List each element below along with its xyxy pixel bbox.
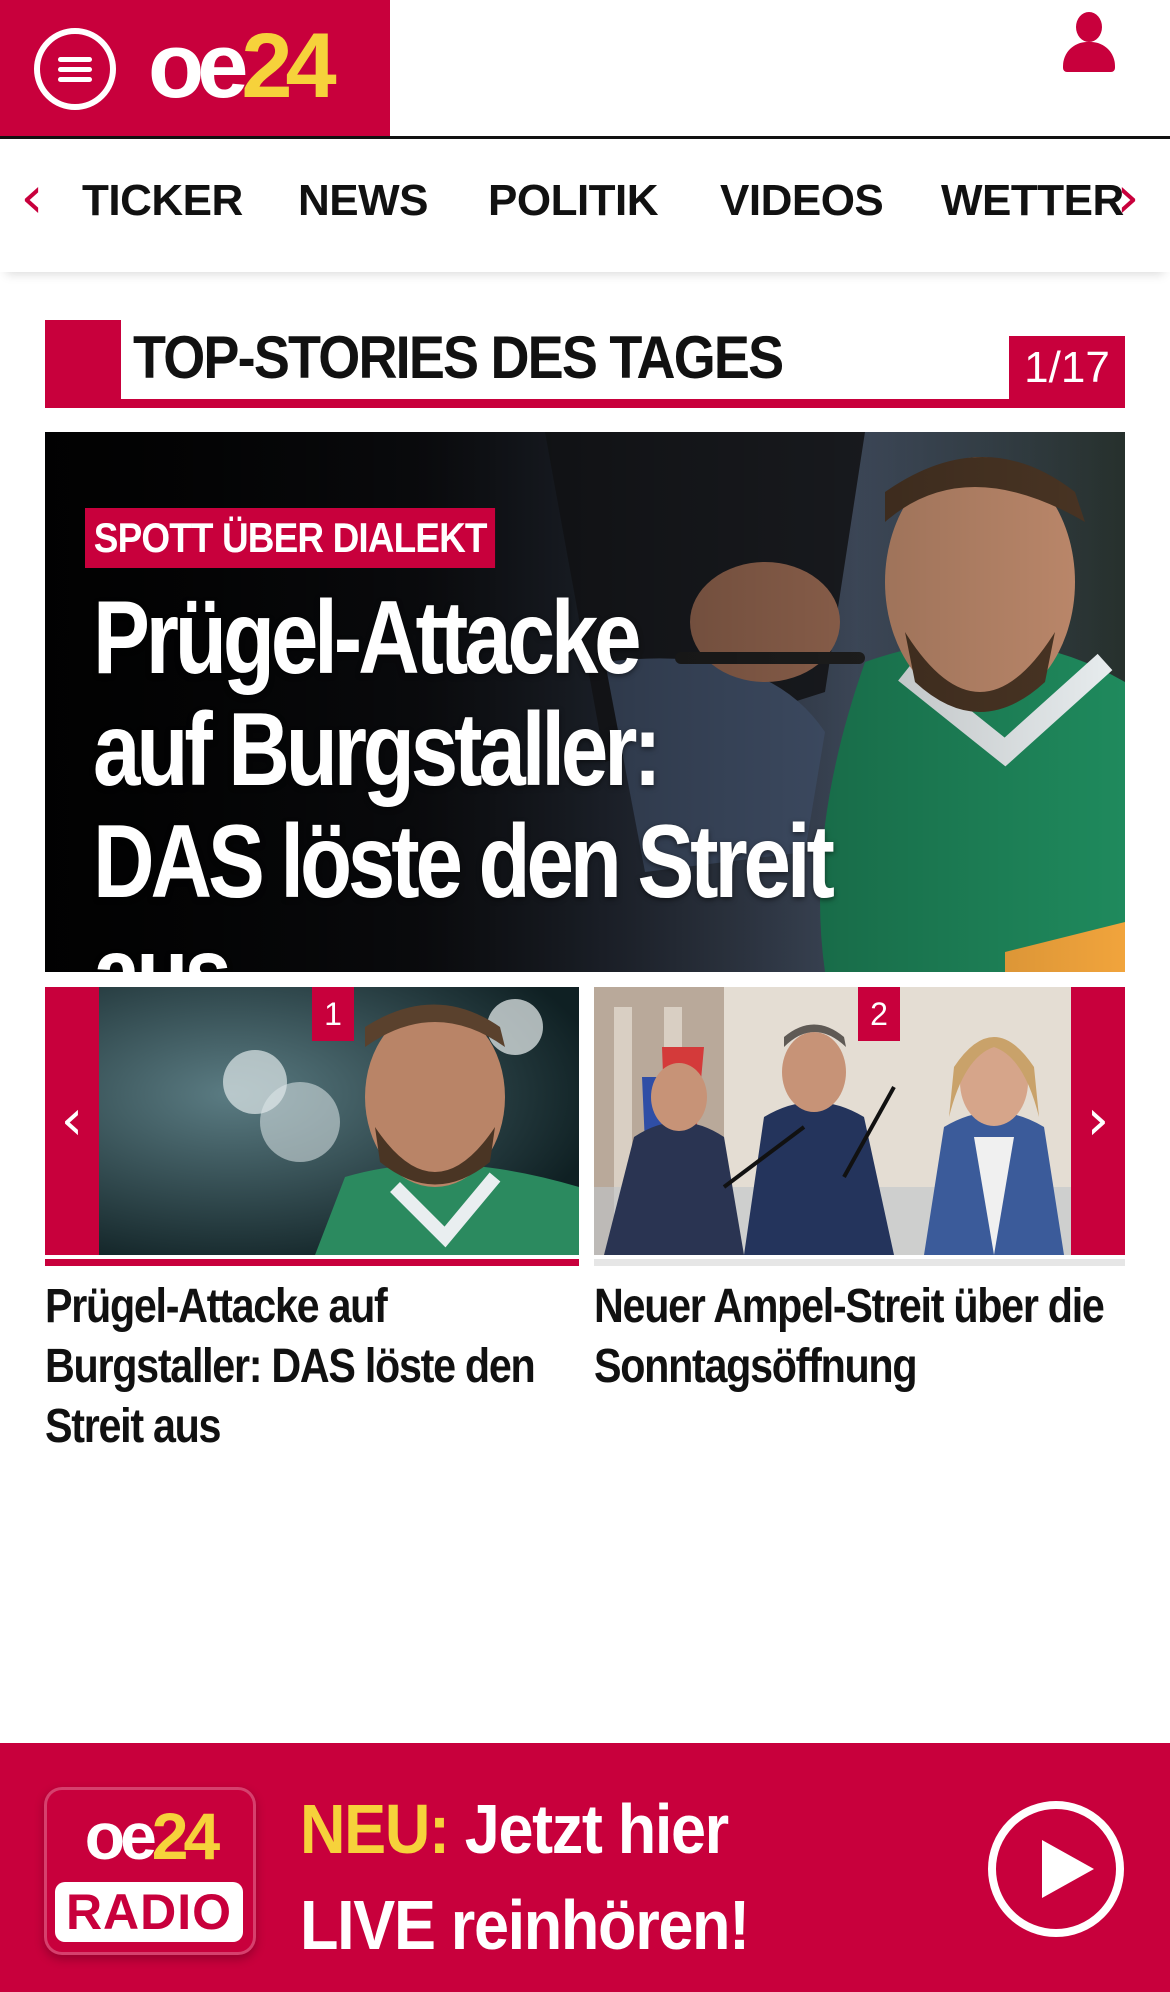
story-counter-badge: 1/17 [1009,336,1125,399]
carousel-prev-chevron-left-icon[interactable]: ‹ [45,987,99,1255]
hero-headline-line: auf Burgstaller: [93,692,662,808]
nav-item-news[interactable]: NEWS [298,176,429,226]
radio-banner[interactable]: oe24 RADIO NEU: Jetzt hier LIVE reinhöre… [0,1743,1170,1992]
radio-promo-line-2: LIVE reinhören! [300,1886,750,1964]
nav-item-wetter[interactable]: WETTER [941,176,1124,226]
section-marker [45,320,121,408]
hero-headline-line: DAS löste den Streit aus [93,804,835,972]
radio-promo-line-1: NEU: Jetzt hier [300,1781,804,1877]
story-title[interactable]: Prügel-Attacke auf Burgstaller: DAS löst… [45,1277,570,1457]
story-inactive-bar [594,1259,1125,1266]
radio-new-highlight: NEU: [300,1790,450,1868]
user-icon[interactable] [1063,12,1115,72]
top-stories-heading: TOP-STORIES DES TAGES 1/17 [45,320,1125,408]
radio-logo-part-24: 24 [151,1799,220,1873]
hamburger-menu-icon[interactable] [34,28,116,110]
story-title[interactable]: Neuer Ampel-Streit über die Sonntagsöffn… [594,1277,1127,1397]
story-active-bar [45,1259,579,1266]
radio-logo-label: RADIO [55,1882,243,1942]
oe24-logo[interactable]: oe 24 [148,14,337,117]
play-icon[interactable] [988,1801,1124,1937]
radio-promo-line-1-rest: Jetzt hier [448,1790,729,1868]
story-number-badge: 1 [312,987,354,1041]
brand-block: oe 24 [0,0,390,136]
carousel-next-chevron-right-icon[interactable]: › [1071,987,1125,1255]
radio-promo-text[interactable]: NEU: Jetzt hier LIVE reinhören! [300,1781,804,1973]
nav-chevron-left-icon[interactable]: ‹ [12,167,52,227]
hero-headline: Prügel-Attacke auf Burgstaller: DAS löst… [93,582,962,972]
logo-part-oe: oe [148,14,248,117]
oe24-radio-logo[interactable]: oe24 RADIO [44,1787,256,1955]
category-nav: ‹ TICKER NEWS POLITIK VIDEOS WETTER › [0,139,1170,272]
section-title: TOP-STORIES DES TAGES [133,324,784,391]
nav-item-ticker[interactable]: TICKER [82,176,243,226]
site-header: oe 24 [0,0,1170,139]
nav-item-politik[interactable]: POLITIK [488,176,659,226]
nav-item-videos[interactable]: VIDEOS [720,176,884,226]
story-number-badge: 2 [858,987,900,1041]
hero-headline-line: Prügel-Attacke [93,580,642,696]
hero-kicker: SPOTT ÜBER DIALEKT [85,508,496,568]
nav-chevron-right-icon[interactable]: › [1108,167,1148,227]
hero-story[interactable]: SPOTT ÜBER DIALEKT Prügel-Attacke auf Bu… [45,432,1125,972]
radio-logo-part-oe: oe [84,1799,157,1873]
stories-carousel: 1 Prügel-Attacke auf Burgstaller: DAS lö… [45,987,1125,1453]
radio-logo-wordmark: oe24 [47,1798,253,1874]
section-underline [45,399,1125,408]
logo-part-24: 24 [241,14,336,117]
